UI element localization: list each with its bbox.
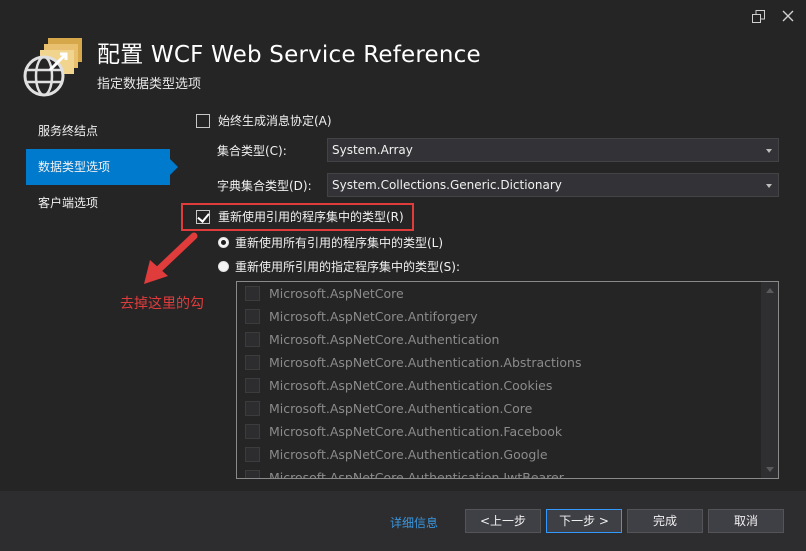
restore-icon[interactable] (750, 8, 766, 24)
dictionary-type-label: 字典集合类型(D): (217, 178, 312, 193)
reuse-specified-label: 重新使用所引用的指定程序集中的类型(S): (235, 260, 461, 274)
reuse-all-radio[interactable] (218, 237, 229, 248)
list-item[interactable]: Microsoft.AspNetCore.Authentication.Face… (237, 420, 778, 443)
wcf-service-logo-icon (22, 34, 84, 98)
nav-item-data-type-options[interactable]: 数据类型选项 (26, 149, 178, 185)
assembly-checkbox[interactable] (245, 378, 260, 393)
assembly-checkbox[interactable] (245, 401, 260, 416)
assembly-list[interactable]: Microsoft.AspNetCore Microsoft.AspNetCor… (236, 281, 779, 479)
assembly-checkbox[interactable] (245, 447, 260, 462)
dialog-title: 配置 WCF Web Service Reference (97, 42, 481, 68)
list-item[interactable]: Microsoft.AspNetCore.Authentication (237, 328, 778, 351)
assembly-checkbox[interactable] (245, 470, 260, 478)
assembly-name: Microsoft.AspNetCore.Authentication.Goog… (269, 447, 548, 462)
reuse-specified-radio[interactable] (218, 261, 229, 272)
annotation-text: 去掉这里的勾 (120, 296, 204, 312)
finish-button[interactable]: 完成 (627, 509, 703, 533)
list-scrollbar[interactable] (761, 282, 778, 478)
scroll-down-icon[interactable] (766, 467, 774, 472)
reuse-all-row[interactable]: 重新使用所有引用的程序集中的类型(L) (218, 234, 443, 251)
assembly-name: Microsoft.AspNetCore.Authentication.Cook… (269, 378, 553, 393)
assembly-checkbox[interactable] (245, 332, 260, 347)
reuse-types-checkbox[interactable] (196, 209, 210, 224)
reuse-specified-row[interactable]: 重新使用所引用的指定程序集中的类型(S): (218, 258, 460, 275)
collection-type-label: 集合类型(C): (217, 143, 287, 158)
list-item[interactable]: Microsoft.AspNetCore.Authentication.Core (237, 397, 778, 420)
assembly-name: Microsoft.AspNetCore.Authentication.Core (269, 401, 533, 416)
assembly-name: Microsoft.AspNetCore.Authentication.Abst… (269, 355, 582, 370)
dictionary-type-row: 字典集合类型(D): System.Collections.Generic.Di… (217, 173, 779, 197)
always-generate-msg-label: 始终生成消息协定(A) (218, 114, 332, 128)
chevron-down-icon (766, 184, 772, 188)
dictionary-type-value: System.Collections.Generic.Dictionary (332, 178, 562, 192)
annotation-arrow-icon (144, 232, 198, 284)
list-item[interactable]: Microsoft.AspNetCore.Antiforgery (237, 305, 778, 328)
collection-type-value: System.Array (332, 143, 413, 157)
assembly-name: Microsoft.AspNetCore.Antiforgery (269, 309, 478, 324)
reuse-types-row[interactable]: 重新使用引用的程序集中的类型(R) (196, 208, 404, 225)
list-item[interactable]: Microsoft.AspNetCore.Authentication.Goog… (237, 443, 778, 466)
nav-item-service-endpoint[interactable]: 服务终结点 (26, 113, 176, 149)
reuse-all-label: 重新使用所有引用的程序集中的类型(L) (235, 236, 444, 250)
dictionary-type-combo[interactable]: System.Collections.Generic.Dictionary (327, 173, 779, 197)
always-generate-msg-row[interactable]: 始终生成消息协定(A) (196, 112, 332, 129)
assembly-checkbox[interactable] (245, 355, 260, 370)
assembly-checkbox[interactable] (245, 286, 260, 301)
always-generate-msg-checkbox[interactable] (196, 113, 210, 128)
assembly-name: Microsoft.AspNetCore (269, 286, 404, 301)
titlebar-buttons (750, 8, 796, 24)
cancel-button[interactable]: 取消 (708, 509, 784, 533)
nav-item-client-options[interactable]: 客户端选项 (26, 185, 176, 221)
list-item[interactable]: Microsoft.AspNetCore.Authentication.Abst… (237, 351, 778, 374)
list-item[interactable]: Microsoft.AspNetCore.Authentication.Cook… (237, 374, 778, 397)
wizard-nav: 服务终结点 数据类型选项 客户端选项 (26, 113, 178, 221)
assembly-name: Microsoft.AspNetCore.Authentication.JwtB… (269, 470, 564, 479)
collection-type-combo[interactable]: System.Array (327, 138, 779, 162)
assembly-name: Microsoft.AspNetCore.Authentication.Face… (269, 424, 563, 439)
close-icon[interactable] (780, 8, 796, 24)
scroll-up-icon[interactable] (766, 288, 774, 293)
assembly-name: Microsoft.AspNetCore.Authentication (269, 332, 500, 347)
assembly-checkbox[interactable] (245, 309, 260, 324)
collection-type-row: 集合类型(C): System.Array (217, 138, 779, 162)
assembly-checkbox[interactable] (245, 424, 260, 439)
list-item[interactable]: Microsoft.AspNetCore.Authentication.JwtB… (237, 466, 778, 479)
dialog-subtitle: 指定数据类型选项 (97, 77, 202, 92)
reuse-types-label: 重新使用引用的程序集中的类型(R) (218, 210, 404, 224)
chevron-down-icon (766, 149, 772, 153)
next-button[interactable]: 下一步 > (546, 509, 622, 533)
list-item[interactable]: Microsoft.AspNetCore (237, 282, 778, 305)
details-link[interactable]: 详细信息 (390, 514, 438, 531)
prev-button[interactable]: <上一步 (465, 509, 541, 533)
